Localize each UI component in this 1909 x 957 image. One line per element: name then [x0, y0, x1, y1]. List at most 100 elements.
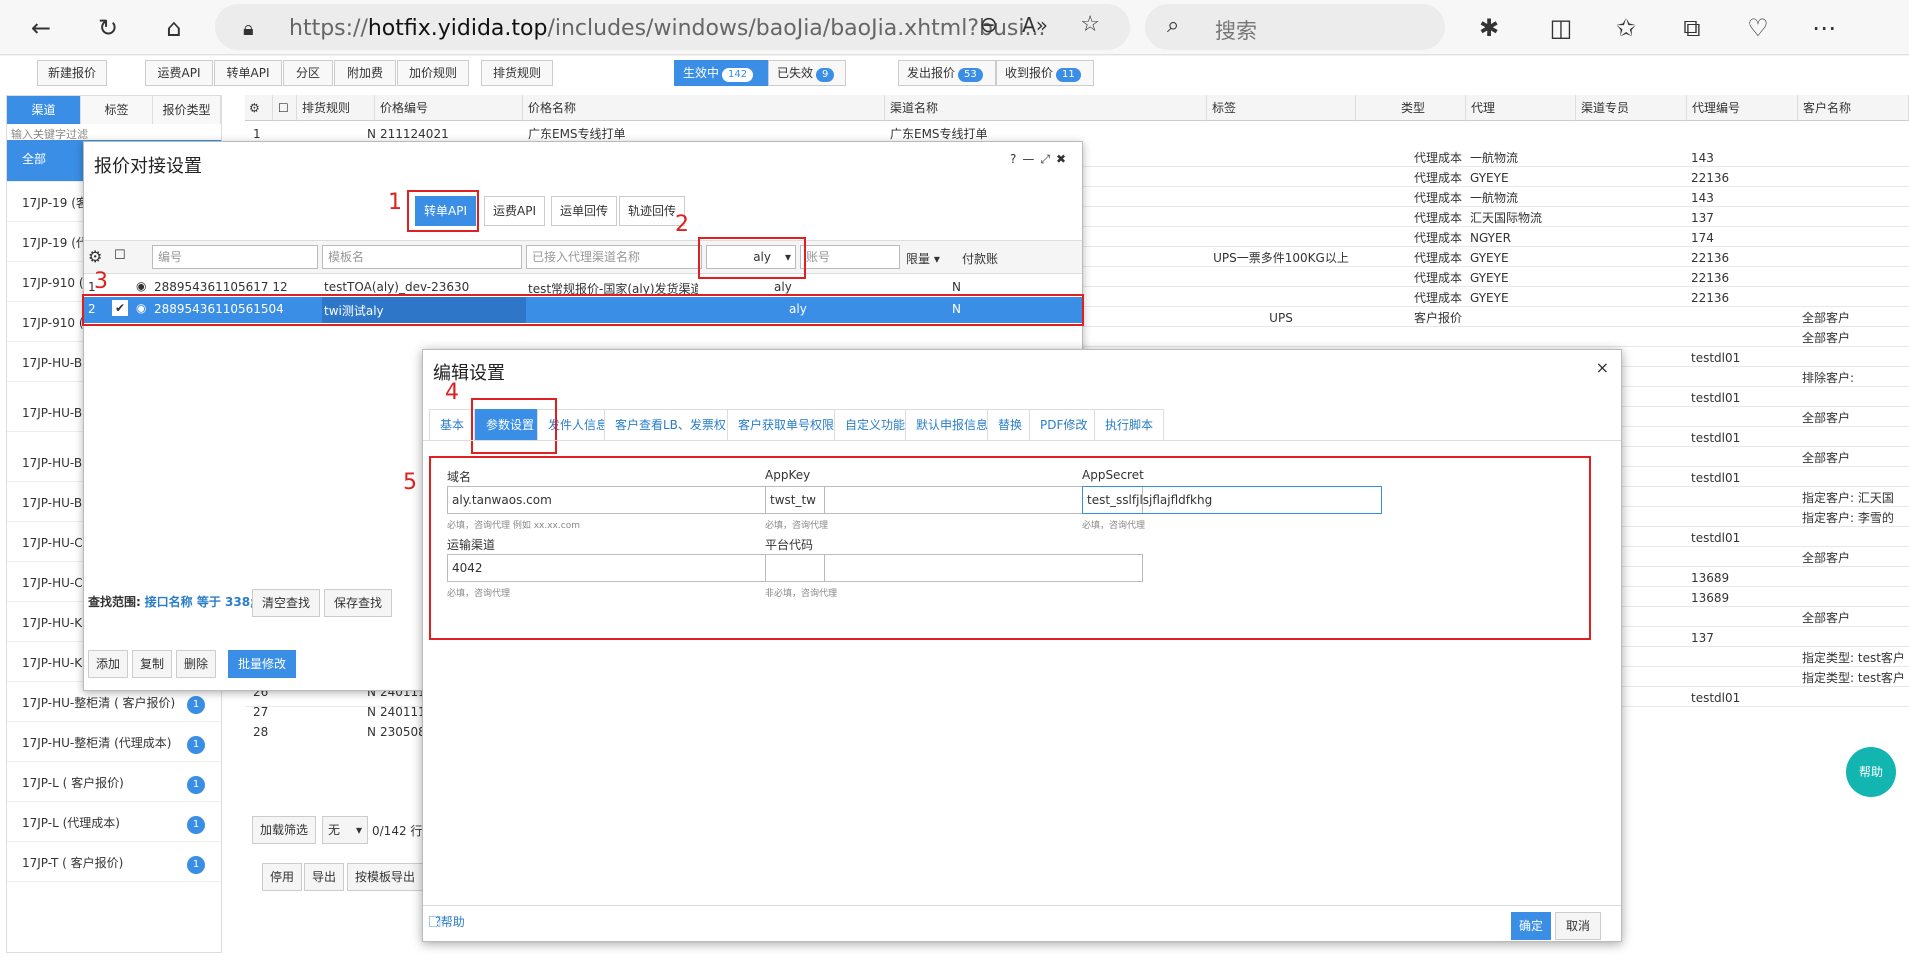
limit-label: 限量 — [906, 252, 931, 266]
gear-icon[interactable]: ⚙ — [88, 247, 102, 266]
more-icon[interactable]: ⋯ — [1808, 12, 1840, 44]
sidebar-item[interactable]: 17JP-L (代理成本) 1 — [7, 804, 221, 842]
freight-api-button[interactable]: 运费API — [145, 60, 213, 86]
search-scope-value: 接口名称 等于 338; — [144, 595, 255, 609]
header-cargo-rule[interactable]: 排货规则 — [297, 95, 375, 121]
code-filter[interactable]: 编号 — [152, 245, 318, 269]
save-search-button[interactable]: 保存查找 — [324, 589, 392, 617]
tab-9[interactable]: 执行脚本 — [1094, 409, 1165, 441]
account-filter[interactable]: 账号 — [800, 245, 900, 269]
maximize-control[interactable]: ⤢ — [1040, 152, 1056, 166]
read-aloud-icon[interactable]: A» — [1022, 13, 1048, 37]
markup-rule-button[interactable]: 加价规则 — [397, 60, 469, 86]
sent-quotes-tab[interactable]: 发出报价 53 — [898, 60, 996, 86]
play-icon[interactable]: ◉ — [136, 279, 146, 293]
field-input[interactable]: test_sslfjlsjflajfldfkhg — [1082, 486, 1382, 514]
lock-icon[interactable]: 🔒︎ — [243, 16, 254, 40]
limit-cell: N — [952, 280, 961, 294]
annotation-2: 2 — [675, 212, 689, 237]
tab-7[interactable]: 替换 — [987, 409, 1034, 441]
edit-settings-dialog: 编辑设置 × 4 基本 参数设置 发件人信息 客户查看LB、发票权限 客户获取单号权限自… — [403, 349, 1622, 942]
tab-5[interactable]: 自定义功能 — [834, 409, 917, 441]
header-tag[interactable]: 标签 — [1207, 95, 1356, 121]
select-all-checkbox[interactable]: ☐ — [273, 95, 297, 121]
header-customer[interactable]: 客户名称 — [1798, 95, 1909, 121]
annotation-box-3 — [82, 294, 1084, 326]
tab-6[interactable]: 默认申报信息 — [905, 409, 1000, 441]
sidebar-item[interactable]: 17JP-L ( 客户报价) 1 — [7, 764, 221, 802]
count-badge: 1 — [187, 736, 205, 754]
pay-account-header: 付款账 — [962, 252, 999, 266]
annotation-box-5 — [429, 456, 1591, 640]
zoom-icon[interactable]: ⊖ — [980, 13, 998, 38]
help-button[interactable]: 帮助 — [1846, 747, 1896, 797]
minimize-control[interactable]: — — [1022, 152, 1040, 166]
tab-4[interactable]: 客户获取单号权限 — [727, 409, 846, 441]
help-control[interactable]: ? — [1010, 152, 1022, 166]
delete-button[interactable]: 删除 — [176, 650, 216, 678]
cancel-button[interactable]: 取消 — [1555, 912, 1601, 940]
sidebar-item-label: 17JP-19 (客 — [22, 196, 88, 210]
active-tab[interactable]: 生效中 142 — [674, 60, 768, 86]
tab-freight-api[interactable]: 运费API — [484, 196, 545, 226]
tab-waybill-return[interactable]: 运单回传 — [551, 196, 618, 226]
split-icon[interactable]: ◫ — [1545, 12, 1577, 44]
header-agent[interactable]: 代理 — [1466, 95, 1576, 121]
back-icon[interactable]: ← — [25, 12, 57, 44]
sidebar-item[interactable]: 17JP-T ( 客户报价) 1 — [7, 844, 221, 882]
channel-filter[interactable]: 已接入代理渠道名称 — [526, 245, 702, 269]
expired-tab[interactable]: 已失效 9 — [768, 60, 846, 86]
cargo-rule-button[interactable]: 排货规则 — [481, 60, 553, 86]
received-quotes-tab[interactable]: 收到报价 11 — [996, 60, 1094, 86]
header-price-name[interactable]: 价格名称 — [523, 95, 885, 121]
close-control[interactable]: ✖ — [1056, 152, 1072, 166]
clear-search-button[interactable]: 清空查找 — [252, 589, 320, 617]
tab-channel[interactable]: 渠道 — [7, 96, 81, 124]
grid-settings-icon[interactable]: ⚙ — [245, 95, 273, 121]
select-all-checkbox[interactable]: ☐ — [114, 248, 126, 263]
add-button[interactable]: 添加 — [88, 650, 128, 678]
new-quote-button[interactable]: 新建报价 — [37, 60, 107, 86]
field-input[interactable] — [765, 554, 1143, 582]
disable-button[interactable]: 停用 — [262, 863, 302, 891]
help-link[interactable]: ?⃞帮助 — [435, 913, 465, 930]
count-badge: 1 — [187, 776, 205, 794]
header-channel-name[interactable]: 渠道名称 — [885, 95, 1207, 121]
ok-button[interactable]: 确定 — [1511, 912, 1551, 940]
header-agent-no[interactable]: 代理编号 — [1687, 95, 1798, 121]
header-price-no[interactable]: 价格编号 — [375, 95, 523, 121]
template-export-button[interactable]: 按模板导出 — [347, 863, 423, 891]
sidebar-item[interactable]: 17JP-HU-整柜清 (代理成本) 1 — [7, 724, 221, 762]
favorites-icon[interactable]: ✩ — [1610, 12, 1642, 44]
collections-icon[interactable]: ⧉ — [1676, 12, 1708, 44]
close-icon[interactable]: × — [1596, 358, 1609, 377]
template-filter[interactable]: 模板名 — [322, 245, 522, 269]
export-button[interactable]: 导出 — [304, 863, 344, 891]
address-bar[interactable]: 🔒︎ https://hotfix.yidida.top/includes/wi… — [215, 4, 1130, 50]
filter-select[interactable]: 无 ▾ — [322, 816, 368, 844]
sidebar-item-label: 17JP-HU-B — [22, 356, 83, 370]
tab-tag[interactable]: 标签 — [81, 96, 153, 124]
batch-edit-button[interactable]: 批量修改 — [228, 650, 296, 678]
copy-button[interactable]: 复制 — [132, 650, 172, 678]
tab-0[interactable]: 基本 — [429, 409, 476, 441]
extensions-icon[interactable]: ✱ — [1473, 12, 1505, 44]
search-box[interactable]: ⌕ 搜索 — [1145, 4, 1445, 50]
health-icon[interactable]: ♡ — [1742, 12, 1774, 44]
header-type[interactable]: 类型 — [1356, 95, 1466, 121]
zone-button[interactable]: 分区 — [283, 60, 333, 86]
reload-icon[interactable]: ↻ — [92, 12, 124, 44]
active-count: 142 — [722, 68, 754, 82]
dialog-window-controls[interactable]: ?—⤢✖ — [1010, 152, 1072, 167]
surcharge-button[interactable]: 附加费 — [334, 60, 396, 86]
header-channel-rep[interactable]: 渠道专员 — [1576, 95, 1687, 121]
limit-filter[interactable]: 限量 ▾ — [906, 250, 940, 267]
tab-8[interactable]: PDF修改 — [1029, 409, 1099, 441]
tab-quote-type[interactable]: 报价类型 — [153, 96, 221, 124]
load-filter-button[interactable]: 加载筛选 — [252, 816, 316, 844]
sidebar-item-label: 17JP-HU-K — [22, 616, 83, 630]
home-icon[interactable]: ⌂ — [158, 12, 190, 44]
sidebar-item-label: 17JP-910 ( — [22, 276, 84, 290]
transfer-api-button[interactable]: 转单API — [214, 60, 282, 86]
favorite-icon[interactable]: ☆ — [1080, 12, 1100, 37]
